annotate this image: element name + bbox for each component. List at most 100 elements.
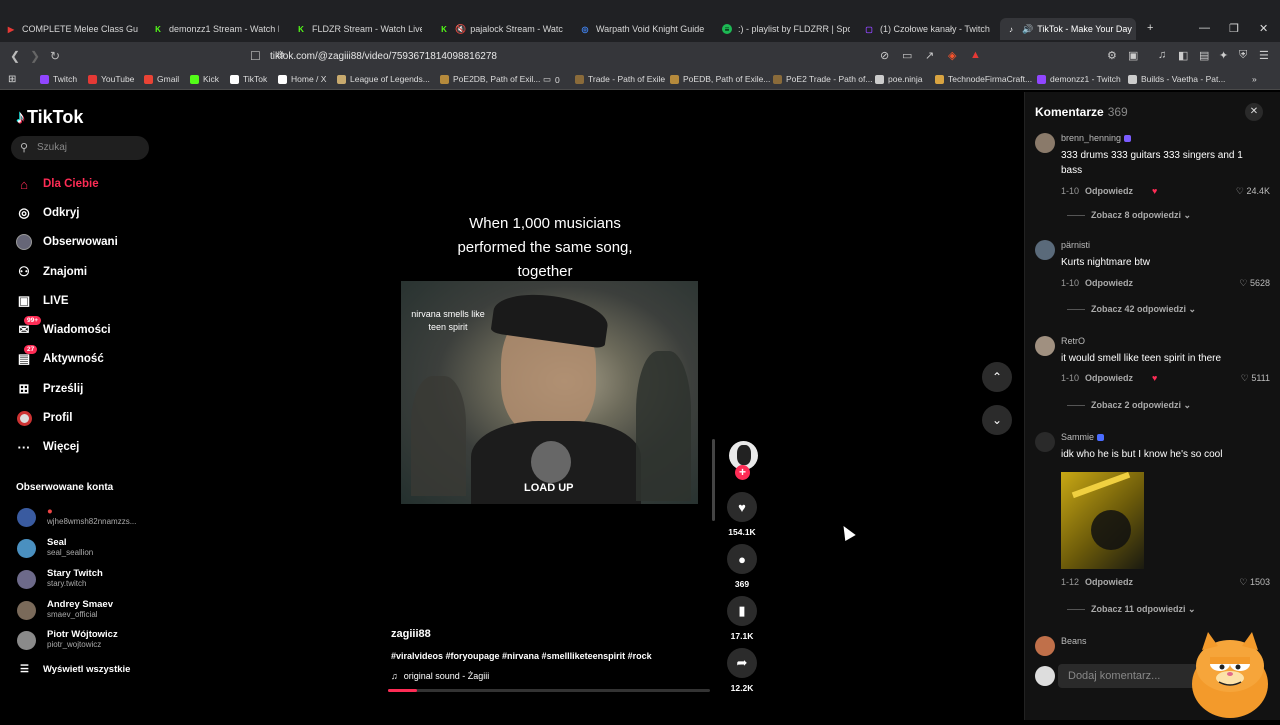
- bookmark[interactable]: League of Legends...: [337, 74, 430, 84]
- reload-icon[interactable]: ↻: [50, 49, 60, 63]
- reply-button[interactable]: Odpowiedz: [1085, 577, 1133, 587]
- bookmark[interactable]: Kick: [190, 74, 219, 84]
- browser-tab-active[interactable]: ♪ 🔊 TikTok - Make Your Day ✕: [1000, 18, 1136, 40]
- bookmark[interactable]: PoE2DB, Path of Exil...: [440, 74, 540, 84]
- bookmark[interactable]: TechnodeFirmaCraft...: [935, 74, 1032, 84]
- wallet-icon[interactable]: ▣: [1128, 49, 1138, 62]
- comment-user[interactable]: Sammie: [1061, 432, 1105, 442]
- nav-live[interactable]: ▣ LIVE: [16, 291, 69, 311]
- followed-account[interactable]: ● wjhe8wmsh82nnamzzs...: [17, 505, 157, 529]
- bookmark[interactable]: Gmail: [144, 74, 179, 84]
- bookmark[interactable]: Home / X: [278, 74, 326, 84]
- avatar[interactable]: [1035, 336, 1055, 356]
- search-input[interactable]: ⚲ Szukaj: [11, 136, 149, 160]
- video-hashtags[interactable]: #viralvideos #foryoupage #nirvana #smell…: [391, 651, 652, 661]
- minimize-icon[interactable]: —: [1199, 22, 1210, 34]
- view-replies-button[interactable]: Zobacz 42 odpowiedzi ⌄: [1067, 304, 1196, 315]
- bookmark[interactable]: PoEDB, Path of Exile...: [670, 74, 770, 84]
- share-icon[interactable]: ↗: [925, 49, 934, 62]
- bookmark[interactable]: Builds - Vaetha - Pat...: [1128, 74, 1225, 84]
- comment-button[interactable]: ● 369: [726, 544, 758, 589]
- browser-tab[interactable]: ▢ (1) Czołowe kanały - Twitch: [864, 18, 990, 40]
- tiktok-logo[interactable]: ♪ TikTok: [16, 107, 83, 128]
- comment-like[interactable]: ♡ 5111: [1241, 373, 1270, 384]
- forward-icon[interactable]: ❯: [30, 49, 40, 63]
- vpn-icon[interactable]: ⛨: [1239, 49, 1247, 62]
- followed-account[interactable]: Andrey Smaev smaev_official: [17, 598, 157, 622]
- comment-like[interactable]: ♡ 24.4K: [1236, 186, 1270, 197]
- bookmark[interactable]: PoE2 Trade - Path of...: [773, 74, 872, 84]
- close-window-icon[interactable]: ✕: [1259, 22, 1268, 35]
- bookmark-folder[interactable]: ▭ 0: [543, 74, 560, 85]
- view-replies-button[interactable]: Zobacz 11 odpowiedzi ⌄: [1067, 604, 1196, 615]
- video-progress-bar[interactable]: [388, 689, 710, 692]
- view-replies-button[interactable]: Zobacz 8 odpowiedzi ⌄: [1067, 210, 1191, 221]
- browser-tab[interactable]: ≡ :) - playlist by FLDZRR | Spotify: [722, 18, 850, 40]
- ai-icon[interactable]: ✦: [1219, 49, 1228, 62]
- comment-user[interactable]: Beans: [1061, 636, 1087, 646]
- save-button[interactable]: ▮ 17.1K: [726, 596, 758, 641]
- video-sound[interactable]: ♫ original sound - Żagiii: [391, 671, 489, 681]
- comment-user[interactable]: brenn_henning: [1061, 133, 1132, 143]
- reply-button[interactable]: Odpowiedz: [1085, 278, 1133, 288]
- wallet2-icon[interactable]: ▤: [1199, 49, 1209, 62]
- reply-button[interactable]: Odpowiedz: [1085, 186, 1133, 196]
- avatar[interactable]: [1035, 432, 1055, 452]
- sidebar-icon[interactable]: ◧: [1178, 49, 1188, 62]
- bookmark[interactable]: TikTok: [230, 74, 267, 84]
- browser-tab[interactable]: ▶ COMPLETE Melee Class Guide: [6, 18, 138, 40]
- bookmark[interactable]: demonzz1 - Twitch: [1037, 74, 1121, 84]
- share-button[interactable]: ➦ 12.2K: [726, 648, 758, 693]
- like-button[interactable]: ♥ 154.1K: [726, 492, 758, 537]
- comment-user[interactable]: pärnisti: [1061, 240, 1090, 250]
- nav-profil[interactable]: Profil: [16, 408, 72, 428]
- nav-dla-ciebie[interactable]: ⌂ Dla Ciebie: [16, 174, 99, 194]
- view-replies-button[interactable]: Zobacz 2 odpowiedzi ⌄: [1067, 400, 1191, 411]
- cast-icon[interactable]: ▭: [902, 49, 912, 62]
- brave-rewards-icon[interactable]: ▲: [970, 49, 981, 61]
- extensions-icon[interactable]: ⚙: [1107, 49, 1117, 62]
- new-tab-button[interactable]: +: [1147, 22, 1153, 34]
- music-icon[interactable]: ♫: [1158, 49, 1166, 61]
- reply-button[interactable]: Odpowiedz: [1085, 373, 1133, 383]
- comment-like[interactable]: ♡ 5628: [1239, 278, 1270, 289]
- brave-shield-icon[interactable]: ◈: [948, 49, 956, 62]
- next-video-button[interactable]: ⌄: [982, 405, 1012, 435]
- video-scrollbar[interactable]: [712, 439, 715, 521]
- bookmark[interactable]: Twitch: [40, 74, 77, 84]
- bookmark-icon[interactable]: ☐: [250, 49, 261, 63]
- comment-image[interactable]: [1061, 472, 1144, 569]
- video-player[interactable]: nirvana smells like teen spirit LOAD UP: [401, 281, 698, 504]
- comment-user[interactable]: RetrO: [1061, 336, 1085, 346]
- maximize-icon[interactable]: ❐: [1229, 22, 1239, 35]
- avatar[interactable]: [1035, 240, 1055, 260]
- avatar[interactable]: [1035, 133, 1055, 153]
- browser-tab[interactable]: K FLDZR Stream - Watch Live on: [296, 18, 422, 40]
- more-bookmarks-icon[interactable]: »: [1252, 74, 1257, 84]
- apps-icon[interactable]: ⊞: [8, 74, 16, 85]
- bookmark[interactable]: YouTube: [88, 74, 134, 84]
- bookmark[interactable]: Trade - Path of Exile: [575, 74, 665, 84]
- followed-account[interactable]: Stary Twitch stary.twitch: [17, 567, 157, 591]
- comment-like[interactable]: ♡ 1503: [1239, 577, 1270, 588]
- menu-icon[interactable]: ☰: [1259, 49, 1269, 62]
- close-comments-button[interactable]: ✕: [1245, 103, 1263, 121]
- followed-account[interactable]: Piotr Wójtowicz piotr_wojtowicz: [17, 628, 157, 652]
- nav-obserwowani[interactable]: Obserwowani: [16, 232, 118, 252]
- nav-wiecej[interactable]: ··· Więcej: [16, 437, 80, 457]
- avatar[interactable]: [1035, 636, 1055, 656]
- browser-tab[interactable]: ◎ Warpath Void Knight Guide for: [580, 18, 707, 40]
- nav-odkryj[interactable]: ◎ Odkryj: [16, 203, 79, 223]
- no-tracking-icon[interactable]: ⊘: [880, 49, 889, 62]
- show-all-button[interactable]: ☰ Wyświetl wszystkie: [20, 664, 130, 675]
- previous-video-button[interactable]: ⌃: [982, 362, 1012, 392]
- bookmark[interactable]: poe.ninja: [875, 74, 923, 84]
- follow-button[interactable]: +: [735, 465, 750, 480]
- browser-tab[interactable]: K demonzz1 Stream - Watch Live: [153, 18, 279, 40]
- nav-przeslij[interactable]: ⊞ Prześlij: [16, 379, 84, 399]
- nav-znajomi[interactable]: ⚇ Znajomi: [16, 262, 87, 282]
- add-comment-input[interactable]: Dodaj komentarz...: [1058, 664, 1198, 688]
- back-icon[interactable]: ❮: [10, 49, 20, 63]
- nav-aktywnosc[interactable]: ▤ 27 Aktywność: [16, 345, 104, 369]
- followed-account[interactable]: Seal seal_seallion: [17, 536, 157, 560]
